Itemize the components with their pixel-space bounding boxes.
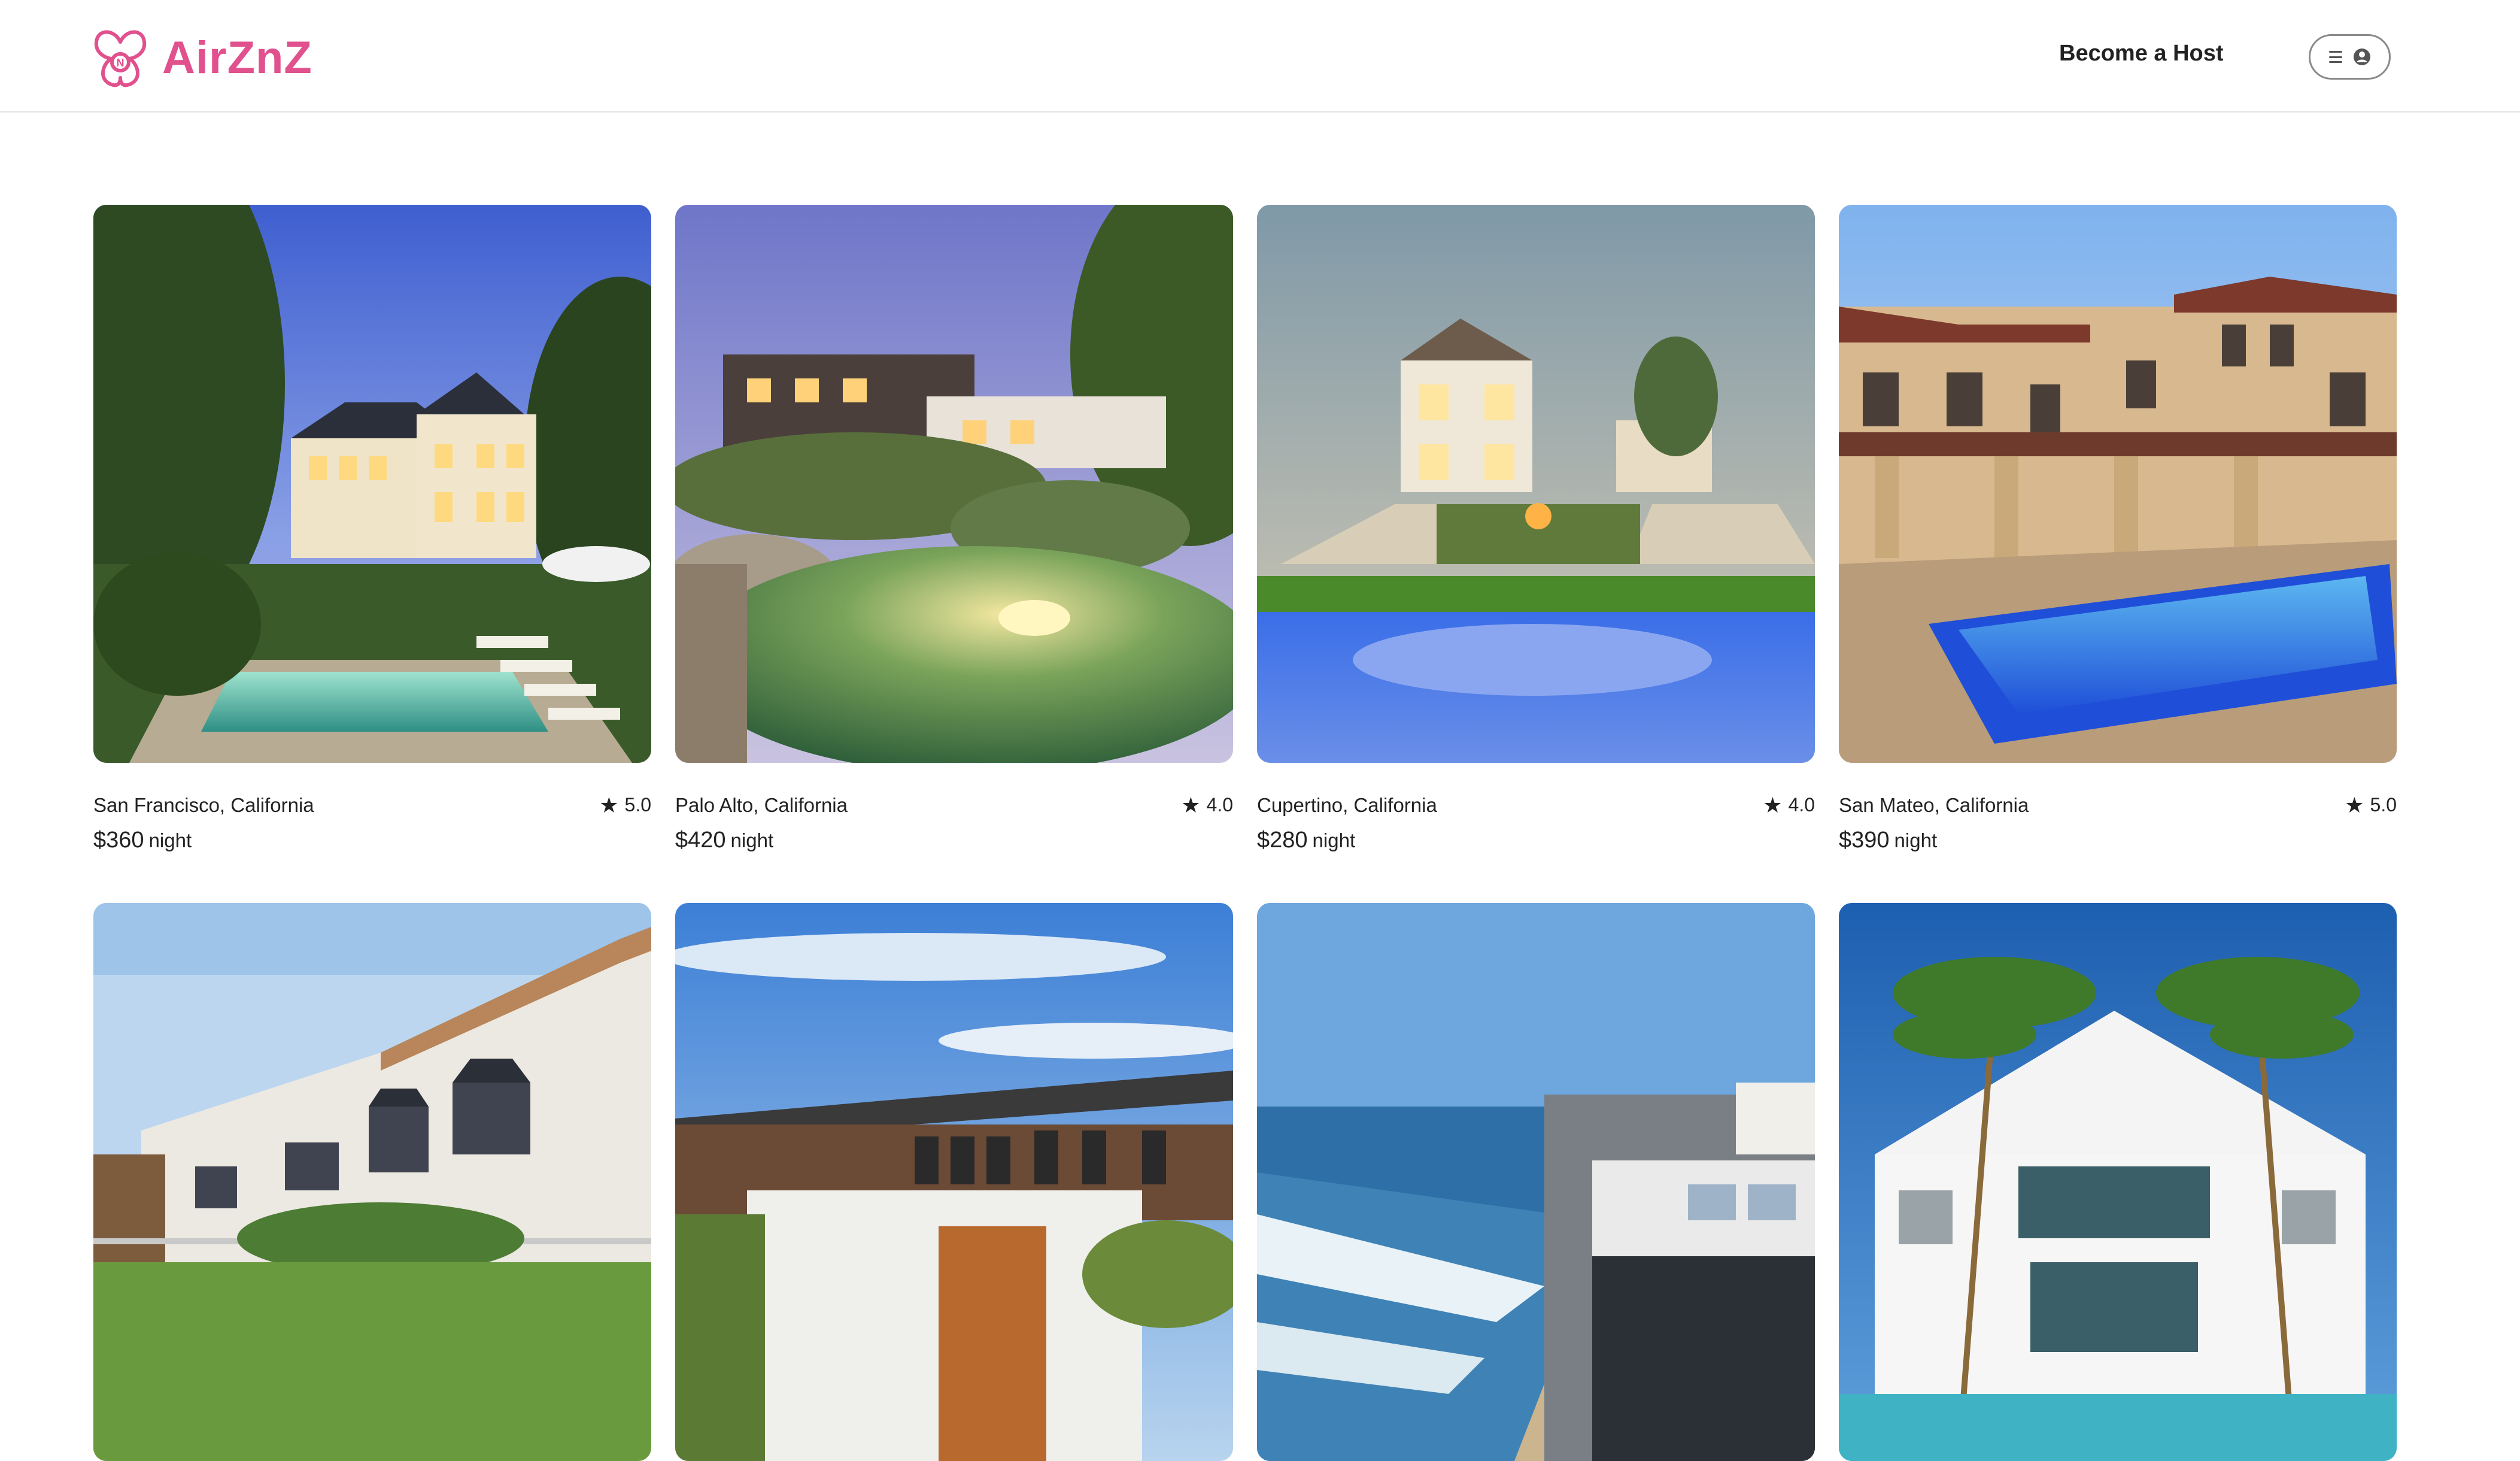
star-icon: ★ [2345,792,2364,817]
price-unit: night [730,829,774,851]
listing-photo[interactable] [1257,903,1815,1461]
listing-price: $280 night [1257,828,1815,853]
svg-text:N: N [117,57,125,69]
listing-rating: ★ 5.0 [599,794,651,816]
listing-card[interactable]: San Francisco, California ★ 5.0 $360 night [93,205,651,853]
listing-location: Palo Alto, California [675,794,848,816]
listing-location: San Mateo, California [1839,794,2029,816]
price-unit: night [148,829,192,851]
top-navbar: N AirZnZ Become a Host [0,0,2520,113]
rating-value: 4.0 [1206,794,1233,816]
listing-photo[interactable] [93,903,651,1461]
rating-value: 5.0 [2370,794,2397,816]
listing-photo[interactable] [675,205,1233,763]
listing-card[interactable] [1839,903,2397,1461]
logo-icon: N [94,30,147,87]
hamburger-menu-icon [2328,51,2342,63]
listing-price: $390 night [1839,828,2397,853]
price-value: $420 [675,828,726,853]
rating-value: 4.0 [1788,794,1815,816]
listing-card[interactable] [675,903,1233,1461]
listing-photo[interactable] [1257,205,1815,763]
star-icon: ★ [1763,792,1783,817]
become-host-link[interactable]: Become a Host [2059,41,2224,66]
listing-photo[interactable] [675,903,1233,1461]
listing-price: $360 night [93,828,651,853]
listing-photo[interactable] [1839,205,2397,763]
listing-rating: ★ 4.0 [1763,794,1815,816]
listing-card[interactable]: Cupertino, California ★ 4.0 $280 night [1257,205,1815,853]
user-avatar-icon [2353,48,2371,66]
listing-photo[interactable] [1839,903,2397,1461]
price-value: $280 [1257,828,1308,853]
brand-logo[interactable]: N AirZnZ [87,24,312,91]
listing-card[interactable]: Palo Alto, California ★ 4.0 $420 night [675,205,1233,853]
star-icon: ★ [1181,792,1201,817]
star-icon: ★ [599,792,619,817]
price-unit: night [1894,829,1938,851]
rating-value: 5.0 [624,794,651,816]
price-value: $360 [93,828,144,853]
listing-photo[interactable] [93,205,651,763]
listing-rating: ★ 4.0 [1181,794,1233,816]
price-value: $390 [1839,828,1890,853]
listing-location: Cupertino, California [1257,794,1437,816]
listing-card[interactable] [93,903,651,1461]
user-menu-button[interactable] [2309,34,2391,80]
listing-card[interactable] [1257,903,1815,1461]
price-unit: night [1312,829,1356,851]
listing-location: San Francisco, California [93,794,314,816]
listing-rating: ★ 5.0 [2345,794,2397,816]
listing-card[interactable]: San Mateo, California ★ 5.0 $390 night [1839,205,2397,853]
listing-price: $420 night [675,828,1233,853]
brand-name: AirZnZ [162,32,312,83]
